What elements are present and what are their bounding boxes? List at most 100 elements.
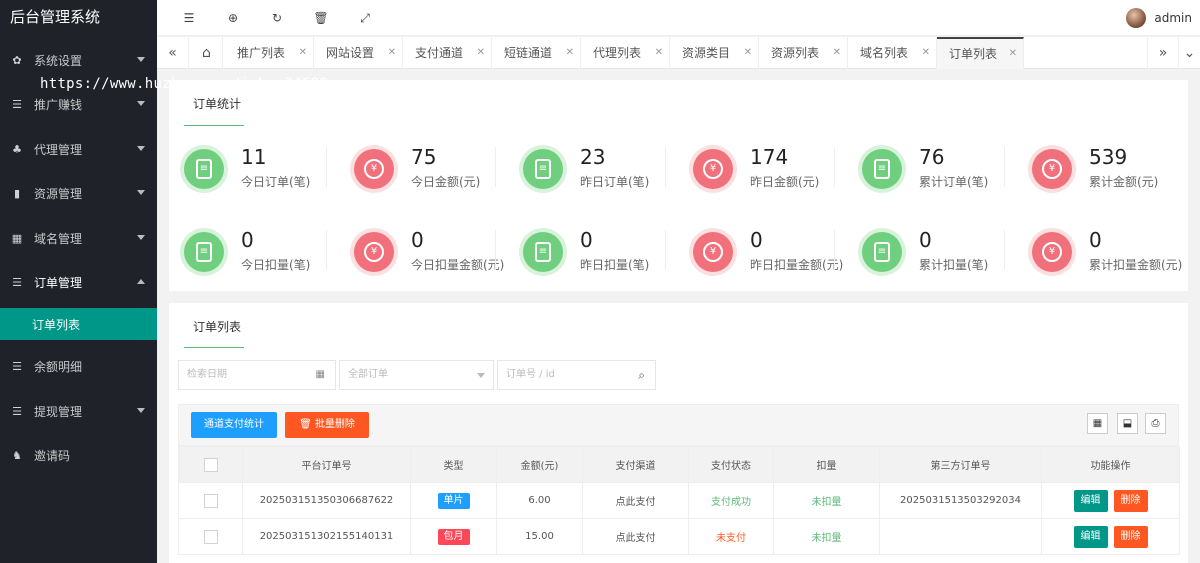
delete-button[interactable]: 删除: [1113, 525, 1148, 548]
globe-icon[interactable]: ⊕: [225, 10, 241, 26]
close-icon[interactable]: ✕: [1009, 39, 1017, 69]
chevron-down-icon[interactable]: ⌄: [1179, 37, 1200, 69]
row-checkbox[interactable]: [203, 493, 218, 508]
select-all-checkbox[interactable]: [203, 457, 218, 472]
stat-item: ¥0 今日扣量金额(元): [354, 228, 514, 278]
tab-promotion-list[interactable]: 推广列表 ✕: [225, 37, 314, 69]
clipboard-icon: ≡: [184, 232, 224, 272]
channel-stats-button[interactable]: 通道支付统计: [191, 412, 277, 438]
close-icon[interactable]: ✕: [655, 37, 663, 69]
column-header[interactable]: 金额(元): [496, 446, 583, 483]
column-header[interactable]: 支付状态: [688, 446, 774, 483]
tab-resource-categories[interactable]: 资源类目 ✕: [670, 37, 759, 69]
row-select-cell[interactable]: [178, 482, 243, 519]
stat-divider: [326, 147, 327, 187]
menu-toggle-icon[interactable]: ☰: [181, 10, 197, 26]
trash-icon[interactable]: 🗑: [313, 10, 329, 26]
edit-button[interactable]: 编辑: [1073, 489, 1108, 512]
tab-domain-list[interactable]: 域名列表 ✕: [848, 37, 937, 69]
sidebar-item-label: 推广赚钱: [34, 97, 83, 112]
stat-item: ≡ 0 昨日扣量(笔): [523, 228, 683, 278]
stat-item: ≡ 11 今日订单(笔): [184, 145, 344, 195]
refresh-icon[interactable]: ↻: [269, 10, 285, 26]
chevron-down-icon: [137, 101, 145, 106]
sidebar-item-system-settings[interactable]: ✿ 系统设置: [0, 40, 157, 80]
chevron-down-icon: [477, 373, 485, 378]
export-icon[interactable]: ⬓: [1117, 413, 1138, 434]
search-icon[interactable]: ⌕: [638, 361, 645, 389]
table-header-row: 平台订单号 类型 金额(元) 支付渠道 支付状态 扣量 第三方订单号 功能操作: [178, 446, 1180, 483]
tabs-scroll-left-icon[interactable]: «: [157, 37, 189, 69]
row-checkbox[interactable]: [203, 529, 218, 544]
sidebar-item-invite-code[interactable]: ♞ 邀请码: [0, 435, 157, 475]
title-underline: [184, 347, 244, 348]
sidebar-item-balance[interactable]: ☰ 余额明细: [0, 346, 157, 386]
column-header[interactable]: 功能操作: [1041, 446, 1180, 483]
edit-button[interactable]: 编辑: [1073, 525, 1108, 548]
book-icon: ▮: [13, 186, 21, 200]
close-icon[interactable]: ✕: [833, 37, 841, 69]
stat-value: 23: [580, 145, 606, 169]
chevron-down-icon: [137, 57, 145, 62]
row-select-cell[interactable]: [178, 518, 243, 555]
sidebar-item-resources[interactable]: ▮ 资源管理: [0, 173, 157, 213]
batch-delete-button[interactable]: 🗑 批量删除: [285, 412, 369, 438]
tabs-scroll-right-icon[interactable]: »: [1147, 37, 1179, 69]
stat-value: 0: [580, 228, 593, 252]
list-icon: ☰: [12, 97, 22, 111]
tab-shortlink-channels[interactable]: 短链通道 ✕: [492, 37, 581, 69]
tab-agent-list[interactable]: 代理列表 ✕: [581, 37, 670, 69]
clipboard-icon: ≡: [184, 149, 224, 189]
close-icon[interactable]: ✕: [566, 37, 574, 69]
tab-site-settings[interactable]: 网站设置 ✕: [314, 37, 403, 69]
type-cell: 单片: [410, 482, 497, 519]
close-icon[interactable]: ✕: [922, 37, 930, 69]
sidebar-item-orders[interactable]: ☰ 订单管理: [0, 262, 157, 302]
stat-value: 11: [241, 145, 267, 169]
app-title: 后台管理系统: [0, 0, 157, 34]
yen-icon: ¥: [1032, 232, 1072, 272]
columns-filter-icon[interactable]: ▦: [1087, 413, 1108, 434]
select-all-cell[interactable]: [178, 446, 243, 483]
tab-order-list[interactable]: 订单列表 ✕: [937, 37, 1024, 69]
pay-status-cell: 支付成功: [688, 482, 774, 519]
sidebar-item-withdraw[interactable]: ☰ 提现管理: [0, 391, 157, 431]
column-header[interactable]: 类型: [410, 446, 497, 483]
sidebar-item-agents[interactable]: ♣ 代理管理: [0, 129, 157, 169]
delete-button[interactable]: 删除: [1113, 489, 1148, 512]
order-type-select[interactable]: 全部订单: [339, 360, 494, 390]
chevron-down-icon: [137, 408, 145, 413]
list-icon: ☰: [12, 275, 22, 289]
sidebar-item-domains[interactable]: ▦ 域名管理: [0, 218, 157, 258]
actions-cell: 编辑 删除: [1041, 482, 1180, 519]
order-search-input[interactable]: 订单号 / id ⌕: [497, 360, 656, 390]
yen-icon: ¥: [693, 149, 733, 189]
stat-item: ≡ 76 累计订单(笔): [862, 145, 1022, 195]
sidebar-subitem-order-list[interactable]: 订单列表: [0, 308, 157, 340]
chevron-up-icon: [137, 279, 145, 284]
close-icon[interactable]: ✕: [744, 37, 752, 69]
fullscreen-icon[interactable]: ⤢: [357, 10, 373, 26]
column-header[interactable]: 平台订单号: [242, 446, 411, 483]
tab-payment-channels[interactable]: 支付通道 ✕: [403, 37, 492, 69]
date-search-input[interactable]: 检索日期 ▦: [178, 360, 336, 390]
user-menu[interactable]: admin: [1126, 8, 1192, 28]
deduct-cell: 未扣量: [773, 518, 880, 555]
type-tag: 包月: [437, 528, 470, 545]
stat-divider: [326, 230, 327, 270]
close-icon[interactable]: ✕: [299, 37, 307, 69]
sidebar-item-label: 代理管理: [34, 142, 83, 157]
stat-item: ¥75 今日金额(元): [354, 145, 514, 195]
stat-divider: [665, 230, 666, 270]
sidebar-item-label: 系统设置: [34, 53, 83, 68]
print-icon[interactable]: ⎙: [1145, 413, 1166, 434]
sidebar-item-label: 邀请码: [34, 448, 71, 463]
stat-label: 昨日订单(笔): [580, 175, 650, 189]
column-header[interactable]: 支付渠道: [582, 446, 689, 483]
close-icon[interactable]: ✕: [388, 37, 396, 69]
home-icon[interactable]: ⌂: [191, 37, 223, 69]
close-icon[interactable]: ✕: [477, 37, 485, 69]
column-header[interactable]: 扣量: [773, 446, 880, 483]
column-header[interactable]: 第三方订单号: [879, 446, 1042, 483]
tab-resource-list[interactable]: 资源列表 ✕: [759, 37, 848, 69]
